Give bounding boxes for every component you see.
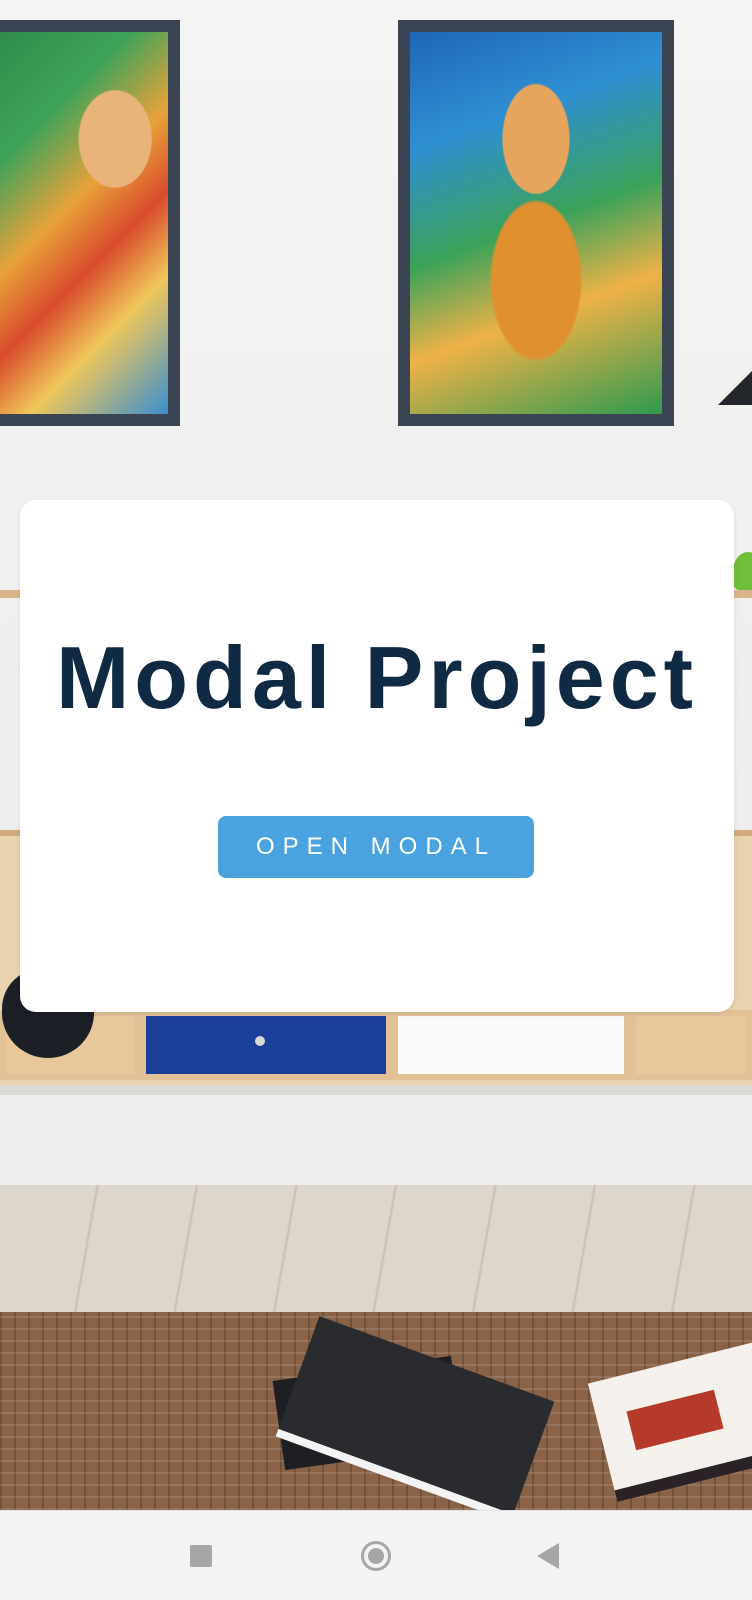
recents-button[interactable] xyxy=(178,1533,224,1579)
square-icon xyxy=(190,1545,212,1567)
cabinet-cubby xyxy=(630,1010,752,1080)
circle-home-icon xyxy=(361,1541,391,1571)
plant xyxy=(733,552,752,590)
right-painting xyxy=(398,20,674,426)
wood-floor xyxy=(0,1185,752,1315)
back-button[interactable] xyxy=(525,1533,571,1579)
cabinet-drawer-blue xyxy=(140,1010,392,1080)
drawer-knob xyxy=(255,1036,265,1046)
system-nav-bar xyxy=(0,1510,752,1600)
page-title: Modal Project xyxy=(56,628,698,727)
open-modal-button[interactable]: OPEN MODAL xyxy=(218,816,534,878)
app-screen: Modal Project OPEN MODAL xyxy=(0,0,752,1600)
cabinet-drawer-white xyxy=(392,1010,630,1080)
left-painting xyxy=(0,20,180,426)
baseboard xyxy=(0,1085,752,1185)
home-button[interactable] xyxy=(353,1533,399,1579)
hero-card: Modal Project OPEN MODAL xyxy=(20,500,734,1012)
triangle-back-icon xyxy=(537,1543,559,1569)
